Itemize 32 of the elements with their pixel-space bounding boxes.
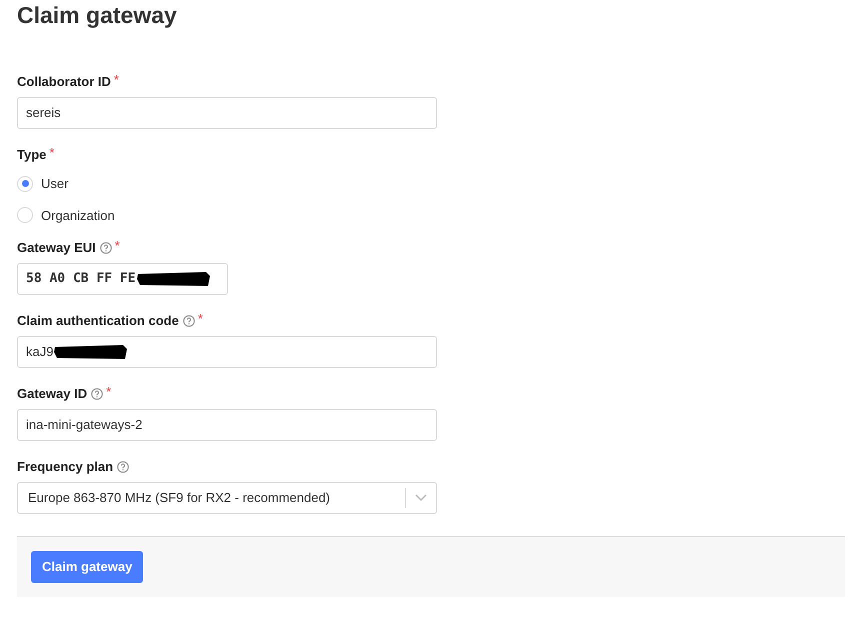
required-mark: * <box>198 312 203 325</box>
required-mark: * <box>106 385 112 398</box>
input-field[interactable]: kaJ9 <box>17 336 437 368</box>
field-label: Gateway ID <box>17 385 88 404</box>
select-field[interactable]: Europe 863-870 MHz (SF9 for RX2 - recommended) <box>17 482 437 514</box>
help-icon <box>117 461 130 473</box>
input-value: sereis <box>26 104 61 122</box>
help-icon <box>91 388 104 400</box>
claim-gateway-button[interactable]: Claim gateway <box>31 551 144 583</box>
input-field[interactable]: ina-mini-gateways-2 <box>17 409 437 441</box>
input-value: kaJ9 <box>26 343 54 362</box>
page-title: Claim gateway <box>17 1 178 27</box>
radio-label: User <box>41 175 68 193</box>
required-mark: * <box>114 73 119 86</box>
field-label: Claim authentication code <box>17 312 179 330</box>
required-mark: * <box>114 239 120 252</box>
radio-button[interactable] <box>17 207 33 224</box>
help-icon <box>100 242 112 254</box>
field-label: Frequency plan <box>17 458 114 476</box>
input-field[interactable]: sereis <box>17 97 437 129</box>
help-icon <box>182 315 195 327</box>
radio-label: Organization <box>41 206 115 225</box>
radio-button[interactable] <box>17 176 33 192</box>
chevron-down-icon <box>415 494 427 502</box>
input-field[interactable]: 58 A0 CB FF FE <box>17 263 228 295</box>
field-label: Type <box>17 146 46 164</box>
field-label: Gateway EUI <box>17 239 96 258</box>
select-value: Europe 863-870 MHz (SF9 for RX2 - recommended) <box>28 489 332 508</box>
input-value: ina-mini-gateways-2 <box>26 416 142 434</box>
field-label: Collaborator ID <box>17 73 111 92</box>
input-value: 58 A0 CB FF FE <box>26 270 136 288</box>
required-mark: * <box>49 146 54 159</box>
